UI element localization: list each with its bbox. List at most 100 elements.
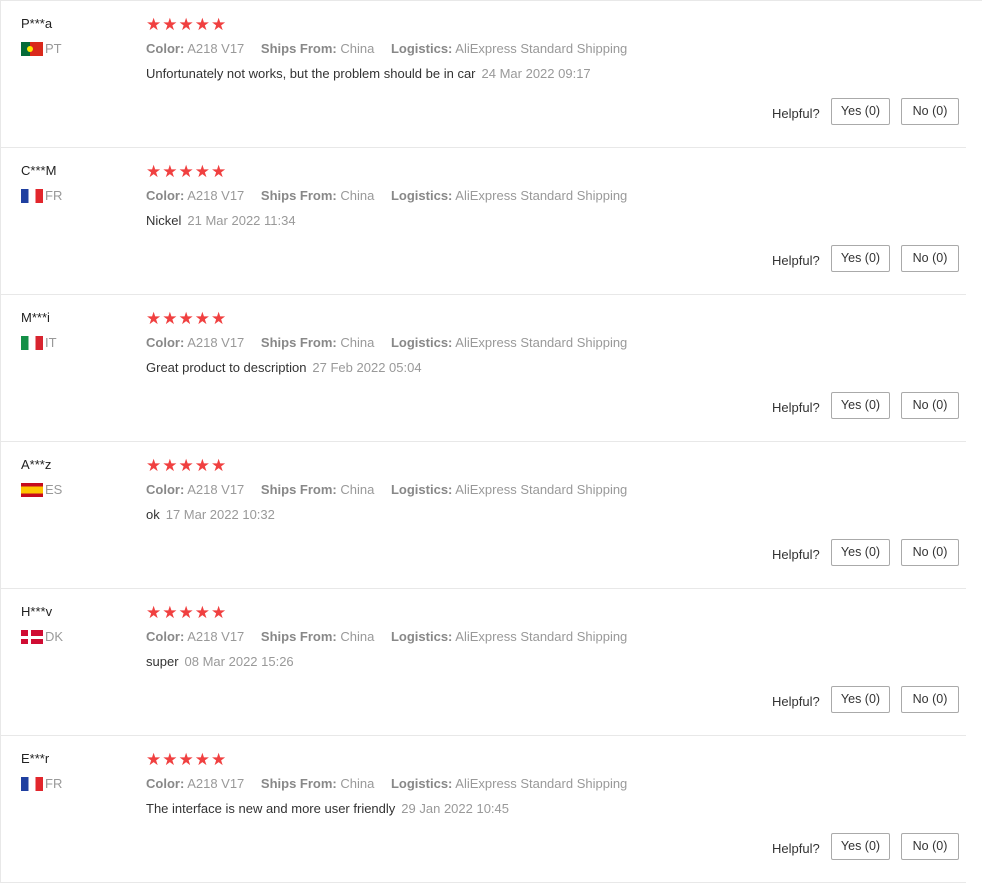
helpful-yes-button[interactable]: Yes (0)	[831, 98, 890, 125]
country-flag-icon	[21, 188, 43, 203]
country-code: ES	[45, 482, 63, 497]
helpful-no-button[interactable]: No (0)	[901, 833, 959, 860]
reviewer-name: E***r	[21, 751, 50, 766]
star-icon: ★	[146, 15, 162, 35]
review-text: Great product to description	[146, 360, 307, 375]
reviewer-country: FR	[21, 188, 62, 203]
ships-from-value: China	[340, 776, 375, 791]
helpful-no-button[interactable]: No (0)	[901, 686, 959, 713]
color-label: Color:	[146, 776, 185, 791]
star-icon: ★	[146, 750, 162, 770]
reviewer-name: A***z	[21, 457, 52, 472]
reviewer-country: DK	[21, 629, 63, 644]
review-date: 17 Mar 2022 10:32	[165, 507, 275, 522]
star-icon: ★	[162, 750, 178, 770]
reviewer-country: IT	[21, 335, 57, 350]
review-meta: Color: A218 V17 Ships From: China Logist…	[146, 41, 640, 56]
star-icon: ★	[146, 603, 162, 623]
color-label: Color:	[146, 188, 185, 203]
review-text: super	[146, 654, 179, 669]
review-meta: Color: A218 V17 Ships From: China Logist…	[146, 188, 640, 203]
logistics-label: Logistics:	[390, 776, 453, 791]
review-item: E***r FR ★ ★ ★ ★ ★ Color: A218 V17 Ships Fro…	[0, 736, 966, 883]
color-value: A218 V17	[187, 482, 245, 497]
color-value: A218 V17	[187, 776, 245, 791]
review-content: Great product to description 27 Feb 2022 …	[146, 360, 422, 375]
helpful-label: Helpful?	[772, 694, 820, 709]
helpful-yes-button[interactable]: Yes (0)	[831, 686, 890, 713]
ships-from-value: China	[340, 188, 375, 203]
review-item: A***z ES ★ ★ ★ ★ ★ Color: A218 V17 Ships Fro…	[0, 442, 966, 589]
star-rating: ★ ★ ★ ★ ★	[146, 458, 227, 475]
country-flag-icon	[21, 335, 43, 350]
color-label: Color:	[146, 482, 185, 497]
ships-from-label: Ships From:	[260, 776, 337, 791]
review-date: 27 Feb 2022 05:04	[312, 360, 422, 375]
review-meta: Color: A218 V17 Ships From: China Logist…	[146, 335, 640, 350]
ships-from-value: China	[340, 482, 375, 497]
review-text: Nickel	[146, 213, 182, 228]
review-content: super 08 Mar 2022 15:26	[146, 654, 294, 669]
helpful-yes-button[interactable]: Yes (0)	[831, 539, 890, 566]
review-content: Nickel 21 Mar 2022 11:34	[146, 213, 296, 228]
star-icon: ★	[211, 162, 227, 182]
star-icon: ★	[162, 15, 178, 35]
country-code: DK	[45, 629, 64, 644]
star-icon: ★	[211, 750, 227, 770]
ships-from-label: Ships From:	[260, 335, 337, 350]
star-icon: ★	[162, 162, 178, 182]
helpful-label: Helpful?	[772, 106, 820, 121]
star-rating: ★ ★ ★ ★ ★	[146, 605, 227, 622]
ships-from-label: Ships From:	[260, 188, 337, 203]
helpful-label: Helpful?	[772, 400, 820, 415]
color-value: A218 V17	[187, 41, 245, 56]
color-value: A218 V17	[187, 188, 245, 203]
star-icon: ★	[146, 309, 162, 329]
star-icon: ★	[162, 603, 178, 623]
star-icon: ★	[146, 456, 162, 476]
logistics-value: AliExpress Standard Shipping	[455, 335, 628, 350]
country-code: FR	[45, 776, 63, 791]
star-icon: ★	[194, 750, 210, 770]
helpful-label: Helpful?	[772, 841, 820, 856]
color-label: Color:	[146, 335, 185, 350]
star-icon: ★	[211, 603, 227, 623]
reviewer-name: P***a	[21, 16, 53, 31]
reviewer-country: FR	[21, 776, 62, 791]
color-value: A218 V17	[187, 335, 245, 350]
logistics-value: AliExpress Standard Shipping	[455, 41, 628, 56]
review-item: P***a PT ★ ★ ★ ★ ★ Color: A218 V17 Ships Fro…	[0, 1, 966, 148]
country-flag-icon	[21, 482, 43, 497]
helpful-yes-button[interactable]: Yes (0)	[831, 833, 890, 860]
star-icon: ★	[178, 309, 194, 329]
helpful-no-button[interactable]: No (0)	[901, 392, 959, 419]
helpful-label: Helpful?	[772, 547, 820, 562]
star-rating: ★ ★ ★ ★ ★	[146, 311, 227, 328]
ships-from-label: Ships From:	[260, 629, 337, 644]
logistics-value: AliExpress Standard Shipping	[455, 629, 628, 644]
ships-from-value: China	[340, 335, 375, 350]
logistics-label: Logistics:	[390, 335, 453, 350]
color-label: Color:	[146, 629, 185, 644]
helpful-no-button[interactable]: No (0)	[901, 539, 959, 566]
star-icon: ★	[194, 456, 210, 476]
star-rating: ★ ★ ★ ★ ★	[146, 752, 227, 769]
reviewer-country: PT	[21, 41, 62, 56]
star-icon: ★	[194, 162, 210, 182]
color-label: Color:	[146, 41, 185, 56]
helpful-no-button[interactable]: No (0)	[901, 245, 959, 272]
logistics-value: AliExpress Standard Shipping	[455, 482, 628, 497]
helpful-yes-button[interactable]: Yes (0)	[831, 245, 890, 272]
star-icon: ★	[178, 750, 194, 770]
helpful-no-button[interactable]: No (0)	[901, 98, 959, 125]
country-code: PT	[45, 41, 62, 56]
helpful-yes-button[interactable]: Yes (0)	[831, 392, 890, 419]
review-content: The interface is new and more user frien…	[146, 801, 509, 816]
star-icon: ★	[194, 309, 210, 329]
review-date: 21 Mar 2022 11:34	[187, 213, 296, 228]
country-flag-icon	[21, 41, 43, 56]
star-icon: ★	[178, 162, 194, 182]
star-icon: ★	[162, 456, 178, 476]
star-icon: ★	[194, 15, 210, 35]
review-content: ok 17 Mar 2022 10:32	[146, 507, 275, 522]
